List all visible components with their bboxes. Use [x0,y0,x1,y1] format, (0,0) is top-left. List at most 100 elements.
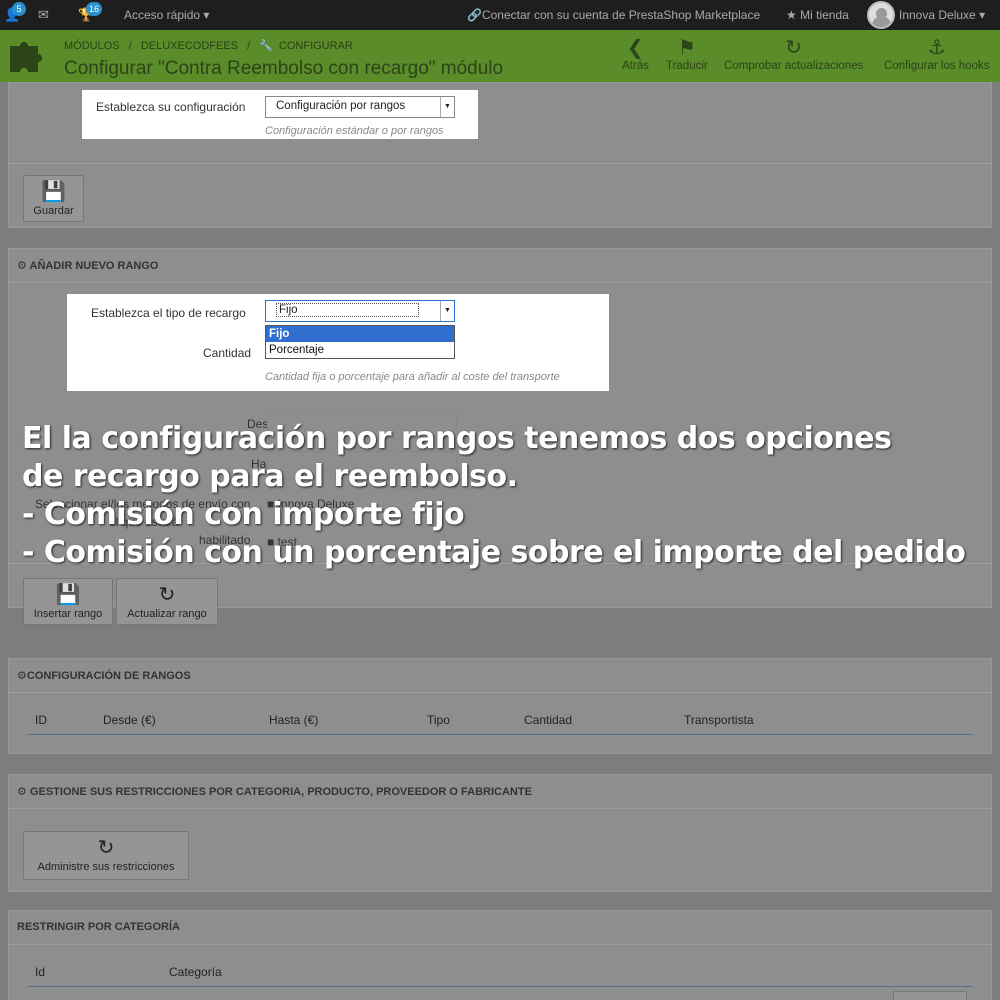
check-updates-button[interactable]: ↻ Comprobar actualizaciones [724,36,863,72]
page-header: MÓDULOS / DELUXECODFEES / 🔧 CONFIGURAR Co… [0,30,1000,82]
back-label: Atrás [622,60,649,72]
overlay-caption: El la configuración por rangos tenemos d… [22,420,982,572]
back-button[interactable]: ❮ Atrás [622,36,649,72]
amount-hint: Cantidad fija o porcentaje para añadir a… [265,371,560,383]
column-header-id[interactable]: ID [35,713,47,727]
divider [9,808,991,809]
column-header-carrier[interactable]: Transportista [684,713,754,727]
avatar[interactable] [867,1,895,29]
my-store-label: Mi tienda [800,8,849,22]
divider [9,282,991,283]
section-title: ⚙CONFIGURACIÓN DE RANGOS [17,669,191,682]
user-badge: 5 [12,2,26,16]
connect-marketplace-label: Conectar con su cuenta de PrestaShop Mar… [481,8,761,22]
type-highlight: Establezca el tipo de recargo Fijo ▼ Fij… [67,294,609,391]
breadcrumb-separator: / [128,40,132,52]
update-range-label: Actualizar rango [127,608,207,620]
caption-line: - Comisión con importe fijo [22,497,465,532]
check-updates-label: Comprobar actualizaciones [724,60,864,72]
gears-icon: ⚙ [17,260,27,272]
amount-label: Cantidad [203,346,252,360]
select-arrow-icon: ▼ [440,301,454,321]
top-navbar: 👤 5 ✉ 🏆 16 Acceso rápido ▾ 🔗Conectar con… [0,0,1000,30]
column-header-amount[interactable]: Cantidad [524,713,572,727]
type-select-value: Fijo [276,303,419,317]
user-menu[interactable]: Innova Deluxe ▾ [899,8,985,22]
star-icon: ★ [786,8,797,22]
category-panel: RESTRINGIR POR CATEGORÍA Id Categoría [8,910,992,1000]
back-arrow-icon: ❮ [627,37,644,59]
config-hint: Configuración estándar o por rangos [265,125,444,137]
config-select[interactable]: Configuración por rangos ▼ [265,96,455,118]
section-title: ⚙ GESTIONE SUS RESTRICCIONES POR CATEGOR… [17,785,532,798]
user-name: Innova Deluxe [899,8,976,22]
my-store-link[interactable]: ★ Mi tienda [786,8,849,22]
quick-access-menu[interactable]: Acceso rápido ▾ [124,8,209,22]
refresh-icon: ↻ [785,37,803,59]
option-percentage[interactable]: Porcentaje [266,342,454,358]
config-label: Establezca su configuración [96,100,246,114]
config-highlight: Establezca su configuración Configuració… [82,90,478,139]
envelope-icon[interactable]: ✉ [38,7,49,23]
caption-line: - Comisión con un porcentaje sobre el im… [22,535,966,570]
puzzle-icon [10,42,42,72]
gears-icon: ⚙ [17,786,27,798]
refresh-icon: ↻ [158,584,176,606]
type-select[interactable]: Fijo ▼ [265,300,455,322]
breadcrumb: MÓDULOS / DELUXECODFEES / 🔧 CONFIGURAR [64,39,359,52]
type-label: Establezca el tipo de recargo [91,306,246,320]
table-divider [27,734,973,735]
save-label: Guardar [33,205,74,217]
column-header-id[interactable]: Id [35,965,45,979]
flag-icon: ⚑ [677,37,696,59]
select-arrow-icon: ▼ [440,97,454,117]
link-icon: 🔗 [467,8,482,22]
update-range-button[interactable]: ↻ Actualizar rango [116,578,218,625]
configure-hooks-button[interactable]: ⚓ Configurar los hooks [884,36,989,72]
breadcrumb-modules[interactable]: MÓDULOS [64,40,120,52]
gears-icon: ⚙ [17,670,27,682]
anchor-icon: ⚓ [927,37,946,59]
caret-down-icon: ▾ [203,8,210,22]
page-title: Configurar "Contra Reembolso con recargo… [64,58,504,79]
breadcrumb-module[interactable]: DELUXECODFEES [141,40,238,52]
breadcrumb-separator: / [247,40,251,52]
filter-button[interactable] [893,991,967,1000]
caption-line: de recargo para el reembolso. [22,459,518,494]
translate-label: Traducir [666,60,708,72]
floppy-icon: 💾 [55,584,81,606]
quick-access-label: Acceso rápido [124,8,201,22]
breadcrumb-configure: CONFIGURAR [278,40,353,52]
column-header-type[interactable]: Tipo [427,713,450,727]
insert-range-button[interactable]: 💾 Insertar rango [23,578,113,625]
new-range-title: AÑADIR NUEVO RANGO [29,260,159,272]
caret-down-icon: ▾ [979,8,986,22]
table-divider [27,986,973,987]
connect-marketplace-link[interactable]: 🔗Conectar con su cuenta de PrestaShop Ma… [467,8,760,22]
save-button[interactable]: 💾 Guardar [23,175,84,222]
section-title: ⚙ AÑADIR NUEVO RANGO [17,259,158,272]
configure-hooks-label: Configurar los hooks [884,60,990,72]
column-header-from[interactable]: Desde (€) [103,713,156,727]
ranges-title: CONFIGURACIÓN DE RANGOS [26,670,191,682]
insert-range-label: Insertar rango [33,608,103,620]
type-dropdown: Fijo Porcentaje [265,325,455,359]
restrictions-title: GESTIONE SUS RESTRICCIONES POR CATEGORIA… [29,786,532,798]
manage-restrictions-label: Administre sus restricciones [37,861,175,873]
divider [9,692,991,693]
trophy-badge: 16 [86,2,103,16]
divider [9,163,991,164]
wrench-icon: 🔧 [259,40,273,52]
section-title: RESTRINGIR POR CATEGORÍA [17,921,180,933]
restrictions-panel: ⚙ GESTIONE SUS RESTRICCIONES POR CATEGOR… [8,774,992,892]
translate-button[interactable]: ⚑ Traducir [666,36,708,72]
caption-line: El la configuración por rangos tenemos d… [22,421,892,456]
divider [9,944,991,945]
manage-restrictions-button[interactable]: ↻ Administre sus restricciones [23,831,189,880]
config-select-value: Configuración por rangos [276,100,406,112]
column-header-to[interactable]: Hasta (€) [269,713,318,727]
refresh-icon: ↻ [97,837,115,859]
column-header-category[interactable]: Categoría [169,965,222,979]
option-fixed[interactable]: Fijo [266,326,454,342]
ranges-panel: ⚙CONFIGURACIÓN DE RANGOS ID Desde (€) Ha… [8,658,992,754]
